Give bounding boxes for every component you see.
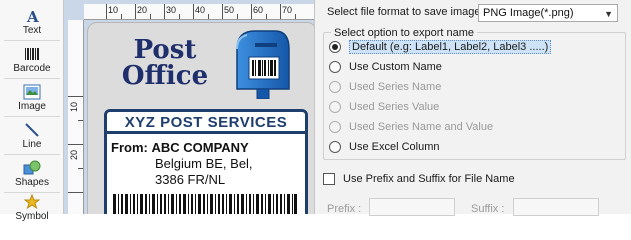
tool-symbol-label: Symbol (15, 211, 49, 222)
mailbox-image[interactable] (231, 27, 293, 100)
ruler-mark: 20 (137, 5, 148, 15)
address-card[interactable]: XYZ POST SERVICES From: ABC COMPANY Belg… (104, 109, 308, 214)
ruler-mark: 40 (195, 5, 206, 15)
export-settings-panel: Select file format to save image : PNG I… (314, 0, 631, 216)
format-label: Select file format to save image : (327, 6, 487, 18)
symbol-icon (22, 193, 42, 210)
chevron-down-icon: ▼ (604, 9, 613, 19)
from-company: ABC COMPANY (151, 140, 249, 155)
radio-button[interactable] (329, 61, 341, 73)
tool-symbol[interactable]: Symbol (0, 190, 64, 226)
tool-shapes-label: Shapes (15, 177, 49, 188)
checkbox[interactable] (323, 173, 335, 185)
shapes-icon (22, 159, 42, 176)
from-line: From: ABC COMPANY (111, 140, 249, 155)
toolbox: A Text Barcode Image Line Shapes Symbol (0, 0, 64, 222)
radio-label: Used Series Value (349, 101, 440, 113)
radio-button (329, 81, 341, 93)
ruler-mark: 50 (224, 5, 235, 15)
address-line: Belgium BE, Bel, (155, 156, 253, 171)
ruler-tick (78, 168, 83, 169)
radio-series-value: Used Series Value (329, 99, 439, 115)
divider (4, 116, 60, 117)
ruler-tick (295, 14, 296, 19)
prefix-label: Prefix : (327, 203, 362, 215)
ruler-tick (164, 4, 165, 19)
divider (4, 40, 60, 41)
tool-line-label: Line (22, 139, 42, 150)
radio-label: Used Series Name and Value (349, 121, 494, 133)
ruler-tick (78, 120, 83, 121)
suffix-label: Suffix : (471, 203, 505, 215)
file-format-select[interactable]: PNG Image(*.png) ▼ (478, 4, 618, 22)
tool-shapes[interactable]: Shapes (0, 156, 64, 192)
radio-label: Use Excel Column (349, 141, 440, 153)
svg-text:A: A (26, 8, 39, 24)
ruler-tick (193, 4, 194, 19)
from-prefix: From: (111, 140, 148, 155)
ruler-mark: 10 (69, 101, 79, 112)
radio-series-name: Used Series Name (329, 79, 441, 95)
radio-button[interactable] (329, 141, 341, 153)
post-office-line1: Post (133, 35, 197, 65)
design-canvas[interactable]: 10 20 30 40 50 60 70 10 20 Post Office X… (64, 0, 314, 214)
radio-default[interactable]: Default (e.g: Label1, Label2, Label3 ...… (329, 39, 552, 55)
ruler-tick (68, 144, 83, 145)
ruler-tick (68, 96, 83, 97)
ruler-tick (150, 14, 151, 19)
export-name-group-title: Select option to export name (331, 27, 478, 39)
prefix-suffix-checkbox[interactable]: Use Prefix and Suffix for File Name (323, 172, 515, 186)
company-banner: XYZ POST SERVICES (107, 112, 305, 134)
tool-text[interactable]: A Text (0, 4, 64, 40)
radio-button (329, 101, 341, 113)
ruler-tick (179, 14, 180, 19)
radio-custom-name[interactable]: Use Custom Name (329, 59, 442, 75)
radio-series-name-value: Used Series Name and Value (329, 119, 493, 135)
ruler-tick (251, 4, 252, 19)
ruler-mark: 30 (166, 5, 177, 15)
label-design[interactable]: Post Office XYZ POST SERVICES From: ABC … (87, 22, 314, 214)
ruler-tick (106, 4, 107, 19)
radio-label: Use Custom Name (349, 61, 442, 73)
ruler-tick (121, 14, 122, 19)
tool-barcode[interactable]: Barcode (0, 42, 64, 78)
divider (4, 78, 60, 79)
tool-line[interactable]: Line (0, 118, 64, 154)
horizontal-ruler: 10 20 30 40 50 60 70 (84, 4, 314, 20)
barcode-graphic (113, 194, 297, 214)
tool-text-label: Text (22, 25, 42, 36)
ruler-tick (266, 14, 267, 19)
ruler-tick (135, 4, 136, 19)
ruler-mark: 20 (69, 149, 79, 160)
tool-barcode-label: Barcode (13, 63, 51, 74)
line-icon (22, 121, 42, 138)
vertical-ruler: 10 20 (68, 20, 84, 214)
address-line: 3386 FR/NL (155, 172, 226, 187)
post-office-line2: Office (121, 61, 209, 91)
ruler-mark: 10 (108, 5, 119, 15)
radio-label: Used Series Name (349, 81, 442, 93)
text-icon: A (22, 7, 42, 24)
ruler-mark: 70 (282, 5, 293, 15)
radio-button (329, 121, 341, 133)
prefix-input[interactable] (369, 198, 455, 216)
radio-excel-column[interactable]: Use Excel Column (329, 139, 439, 155)
radio-label: Default (e.g: Label1, Label2, Label3 ...… (349, 40, 552, 54)
tool-image[interactable]: Image (0, 80, 64, 116)
tool-image-label: Image (18, 101, 46, 112)
radio-button[interactable] (329, 41, 341, 53)
suffix-input[interactable] (513, 198, 599, 216)
file-format-value: PNG Image(*.png) (483, 7, 574, 19)
barcode-icon (22, 45, 42, 62)
ruler-tick (68, 192, 83, 193)
image-icon (22, 83, 42, 100)
ruler-tick (280, 4, 281, 19)
ruler-tick (237, 14, 238, 19)
ruler-tick (208, 14, 209, 19)
ruler-tick (222, 4, 223, 19)
post-office-heading[interactable]: Post Office (110, 37, 220, 89)
ruler-mark: 60 (253, 5, 264, 15)
divider (4, 154, 60, 155)
checkbox-label: Use Prefix and Suffix for File Name (343, 173, 515, 185)
